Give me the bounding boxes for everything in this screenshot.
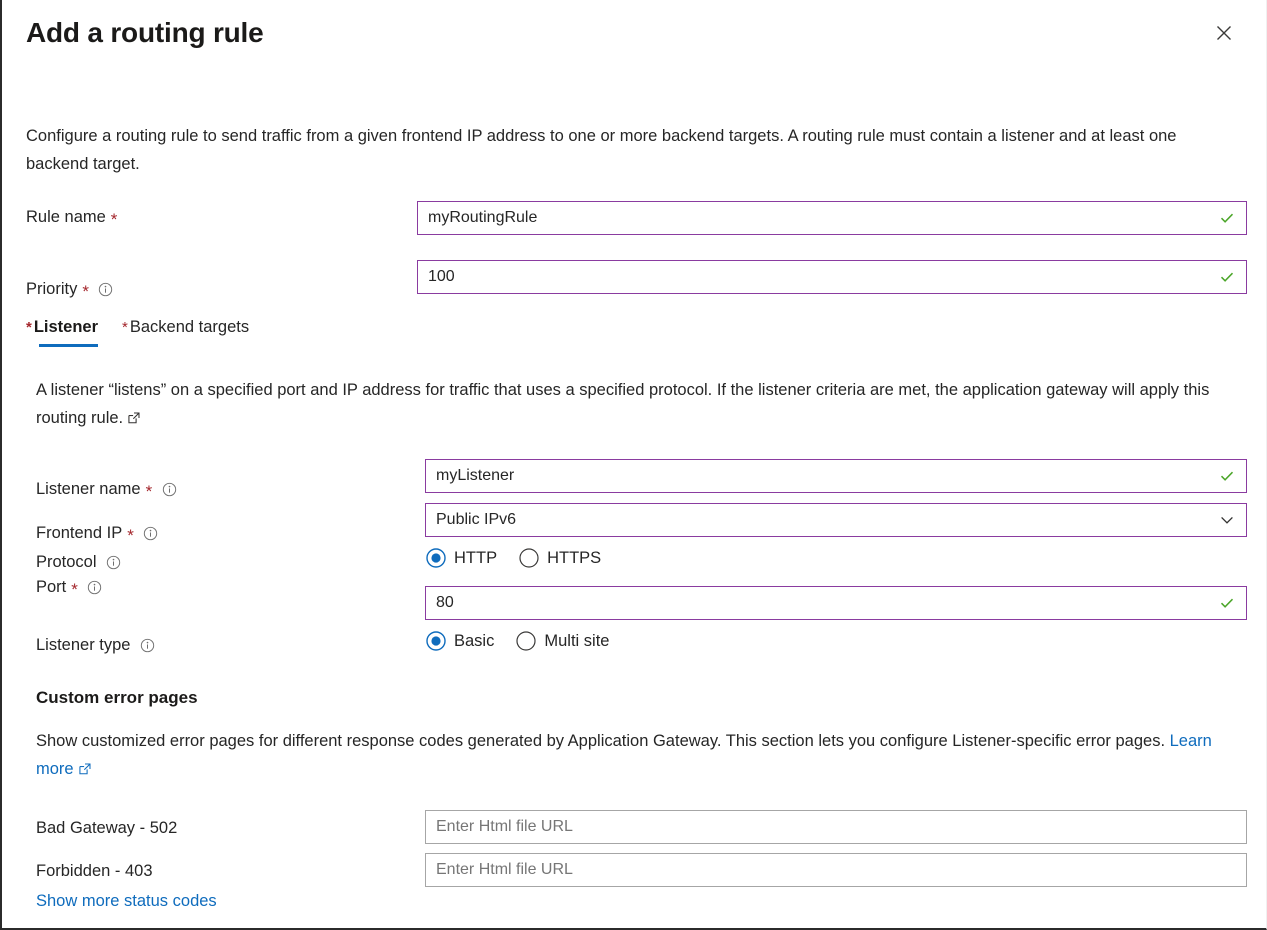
info-icon[interactable] (161, 482, 177, 498)
listener-description-text: A listener “listens” on a specified port… (36, 381, 1209, 427)
tab-list: *Listener *Backend targets (26, 318, 249, 347)
listener-name-label: Listener name * (36, 480, 177, 499)
listener-description: A listener “listens” on a specified port… (36, 376, 1232, 432)
frontend-ip-value: Public IPv6 (436, 504, 1218, 536)
listener-type-radio-group: Basic Multi site (426, 631, 621, 651)
custom-error-pages-description: Show customized error pages for differen… (36, 727, 1236, 783)
info-icon[interactable] (98, 282, 114, 298)
custom-error-pages-description-text: Show customized error pages for differen… (36, 732, 1165, 750)
rule-name-label: Rule name * (26, 208, 117, 227)
port-label-text: Port (36, 578, 66, 597)
listener-name-required-asterisk: * (146, 483, 153, 500)
forbidden-url-placeholder: Enter Html file URL (436, 854, 1238, 886)
port-value: 80 (436, 587, 1218, 619)
rule-name-input[interactable]: myRoutingRule (417, 201, 1247, 235)
priority-required-asterisk: * (82, 283, 89, 300)
listener-name-input[interactable]: myListener (425, 459, 1247, 493)
info-icon[interactable] (106, 555, 122, 571)
dialog-header: Add a routing rule (26, 12, 1242, 58)
protocol-radio-group: HTTP HTTPS (426, 548, 613, 568)
add-routing-rule-dialog: Add a routing rule Configure a routing r… (0, 0, 1267, 930)
checkmark-icon (1218, 467, 1236, 485)
tab-listener[interactable]: *Listener (26, 318, 98, 347)
checkmark-icon (1218, 268, 1236, 286)
frontend-ip-dropdown[interactable]: Public IPv6 (425, 503, 1247, 537)
show-more-status-codes-link[interactable]: Show more status codes (36, 892, 217, 911)
forbidden-label: Forbidden - 403 (36, 862, 153, 881)
port-label: Port * (36, 578, 103, 597)
tab-listener-label: Listener (34, 318, 98, 336)
port-input[interactable]: 80 (425, 586, 1247, 620)
checkmark-icon (1218, 594, 1236, 612)
info-icon[interactable] (143, 526, 159, 542)
tab-listener-asterisk: * (26, 319, 32, 336)
protocol-option-1-label: HTTPS (547, 549, 601, 568)
priority-value: 100 (428, 261, 1218, 293)
listener-type-option-0-label: Basic (454, 632, 494, 651)
frontend-ip-required-asterisk: * (127, 527, 134, 544)
page-title: Add a routing rule (26, 12, 1242, 54)
rule-name-value: myRoutingRule (428, 202, 1218, 234)
priority-label: Priority * (26, 280, 114, 299)
protocol-option-0-label: HTTP (454, 549, 497, 568)
chevron-down-icon (1218, 511, 1236, 529)
custom-error-pages-heading: Custom error pages (36, 688, 198, 708)
protocol-label-text: Protocol (36, 553, 97, 572)
protocol-radio-https[interactable]: HTTPS (519, 548, 601, 568)
checkmark-icon (1218, 209, 1236, 227)
tab-backend-targets-label: Backend targets (130, 318, 249, 336)
listener-type-radio-multi-site[interactable]: Multi site (516, 631, 609, 651)
rule-name-required-asterisk: * (111, 211, 118, 228)
radio-unselected-icon (519, 548, 539, 568)
frontend-ip-label: Frontend IP * (36, 524, 159, 543)
radio-selected-icon (426, 548, 446, 568)
bad-gateway-url-input[interactable]: Enter Html file URL (425, 810, 1247, 844)
listener-name-value: myListener (436, 460, 1218, 492)
bad-gateway-url-placeholder: Enter Html file URL (436, 811, 1238, 843)
tab-backend-targets-asterisk: * (122, 319, 128, 336)
radio-unselected-icon (516, 631, 536, 651)
bad-gateway-label: Bad Gateway - 502 (36, 819, 177, 838)
info-icon[interactable] (139, 638, 155, 654)
external-link-icon[interactable] (127, 411, 141, 425)
info-icon[interactable] (87, 580, 103, 596)
tab-active-underline (39, 344, 98, 347)
protocol-radio-http[interactable]: HTTP (426, 548, 497, 568)
listener-type-label: Listener type (36, 636, 155, 655)
listener-type-option-1-label: Multi site (544, 632, 609, 651)
priority-input[interactable]: 100 (417, 260, 1247, 294)
port-required-asterisk: * (71, 581, 78, 598)
listener-type-label-text: Listener type (36, 636, 130, 655)
radio-selected-icon (426, 631, 446, 651)
forbidden-url-input[interactable]: Enter Html file URL (425, 853, 1247, 887)
protocol-label: Protocol (36, 553, 122, 572)
frontend-ip-label-text: Frontend IP (36, 524, 122, 543)
rule-name-label-text: Rule name (26, 208, 106, 227)
dialog-description: Configure a routing rule to send traffic… (26, 122, 1191, 178)
listener-name-label-text: Listener name (36, 480, 141, 499)
tab-backend-targets[interactable]: *Backend targets (122, 318, 249, 347)
listener-type-radio-basic[interactable]: Basic (426, 631, 494, 651)
external-link-icon[interactable] (78, 762, 92, 776)
close-icon[interactable] (1209, 18, 1239, 48)
priority-label-text: Priority (26, 280, 77, 299)
